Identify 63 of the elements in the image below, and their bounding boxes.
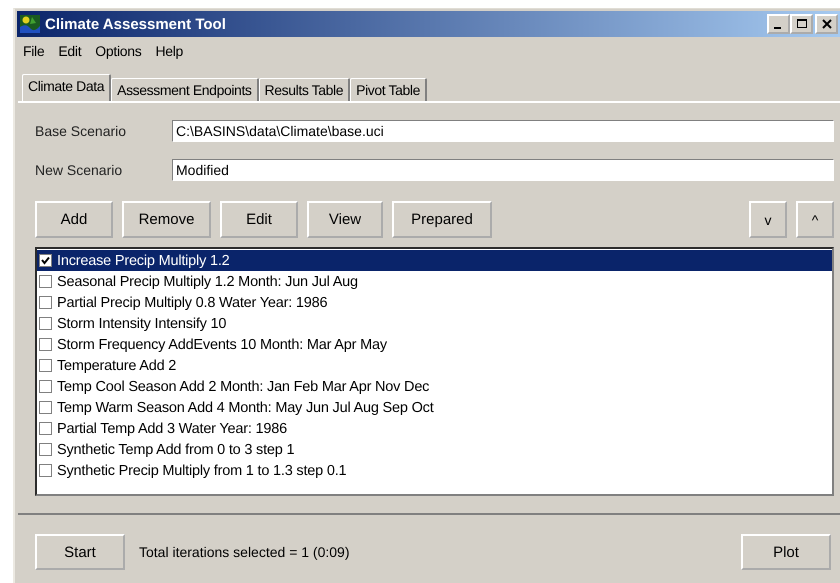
checkbox[interactable] (39, 359, 52, 372)
scenario-row[interactable]: Temp Warm Season Add 4 Month: May Jun Jul Aug Sep Oct (37, 397, 832, 418)
checkbox[interactable] (39, 443, 52, 456)
checkbox[interactable] (39, 317, 52, 330)
scenario-row[interactable]: Storm Intensity Intensify 10 (37, 313, 832, 334)
checkbox[interactable] (39, 401, 52, 414)
landscape-icon (20, 15, 40, 33)
tab[interactable]: Climate Data (22, 74, 112, 101)
checkbox[interactable] (39, 338, 52, 351)
scenario-text: Temp Warm Season Add 4 Month: May Jun Jul Aug Sep Oct (57, 400, 434, 416)
scenario-row[interactable]: Synthetic Precip Multiply from 1 to 1.3 step 0.1 (37, 460, 832, 481)
field-label: New Scenario (35, 162, 124, 178)
menu-item[interactable]: Options (95, 43, 142, 65)
scenario-row[interactable]: Temperature Add 2 (37, 355, 832, 376)
scenario-text: Partial Temp Add 3 Water Year: 1986 (57, 420, 287, 436)
menu-item[interactable]: Help (155, 43, 184, 65)
scenario-text: Synthetic Temp Add from 0 to 3 step 1 (57, 442, 294, 458)
scenario-row[interactable]: Synthetic Temp Add from 0 to 3 step 1 (37, 439, 832, 460)
tab[interactable]: Results Table (258, 78, 350, 101)
action-button[interactable]: Add (35, 201, 113, 238)
scenario-text: Seasonal Precip Multiply 1.2 Month: Jun Jul Aug (57, 274, 358, 290)
maximize-button[interactable] (790, 14, 813, 34)
close-icon (822, 19, 832, 29)
action-button[interactable]: View (307, 201, 383, 238)
minimize-icon (774, 27, 781, 29)
close-button[interactable] (815, 14, 838, 34)
checkbox[interactable] (39, 296, 52, 309)
scenario-text: Partial Precip Multiply 0.8 Water Year: 1986 (57, 294, 328, 310)
order-button[interactable]: ^ (796, 201, 834, 238)
action-button[interactable]: Prepared (392, 201, 492, 238)
order-button[interactable]: v (749, 201, 787, 238)
scenario-row[interactable]: Partial Temp Add 3 Water Year: 1986 (37, 418, 832, 439)
window-title: Climate Assessment Tool (45, 16, 227, 32)
field-label: Base Scenario (35, 123, 128, 139)
maximize-icon (796, 19, 806, 29)
tab[interactable]: Assessment Endpoints (111, 78, 259, 101)
tab[interactable]: Pivot Table (350, 78, 427, 101)
scenario-row[interactable]: Temp Cool Season Add 2 Month: Jan Feb Mar Apr Nov Dec (37, 376, 832, 397)
checkbox[interactable] (39, 422, 52, 435)
scenario-row[interactable]: Storm Frequency AddEvents 10 Month: Mar Apr May (37, 334, 832, 355)
checkbox[interactable] (39, 380, 52, 393)
status-text: Total iterations selected = 1 (0:09) (139, 544, 350, 560)
scenario-row[interactable]: Seasonal Precip Multiply 1.2 Month: Jun Jul Aug (37, 271, 832, 292)
action-button[interactable]: Remove (122, 201, 211, 238)
scenario-text: Storm Intensity Intensify 10 (57, 316, 226, 332)
menu-item[interactable]: File (23, 43, 44, 65)
action-button[interactable]: Edit (220, 201, 298, 238)
scenario-text: Synthetic Precip Multiply from 1 to 1.3 step 0.1 (57, 462, 346, 478)
scenario-text: Temp Cool Season Add 2 Month: Jan Feb Mar Apr Nov Dec (57, 378, 430, 394)
scenario-text: Storm Frequency AddEvents 10 Month: Mar Apr May (57, 336, 387, 352)
text-field[interactable]: C:\BASINS\data\Climate\base.uci (172, 120, 834, 142)
scenario-row[interactable]: Partial Precip Multiply 0.8 Water Year: 1986 (37, 292, 832, 313)
checkbox[interactable] (39, 464, 52, 477)
scenario-row[interactable]: Increase Precip Multiply 1.2 (37, 250, 832, 271)
text-field[interactable]: Modified (172, 159, 834, 181)
minimize-button[interactable] (767, 14, 790, 34)
scenario-text: Increase Precip Multiply 1.2 (57, 252, 230, 268)
scenario-text: Temperature Add 2 (57, 358, 176, 374)
checkbox[interactable] (39, 275, 52, 288)
checkbox[interactable] (39, 254, 52, 267)
menu-item[interactable]: Edit (58, 43, 82, 65)
plot-button[interactable]: Plot (741, 534, 831, 570)
start-button[interactable]: Start (35, 534, 125, 570)
